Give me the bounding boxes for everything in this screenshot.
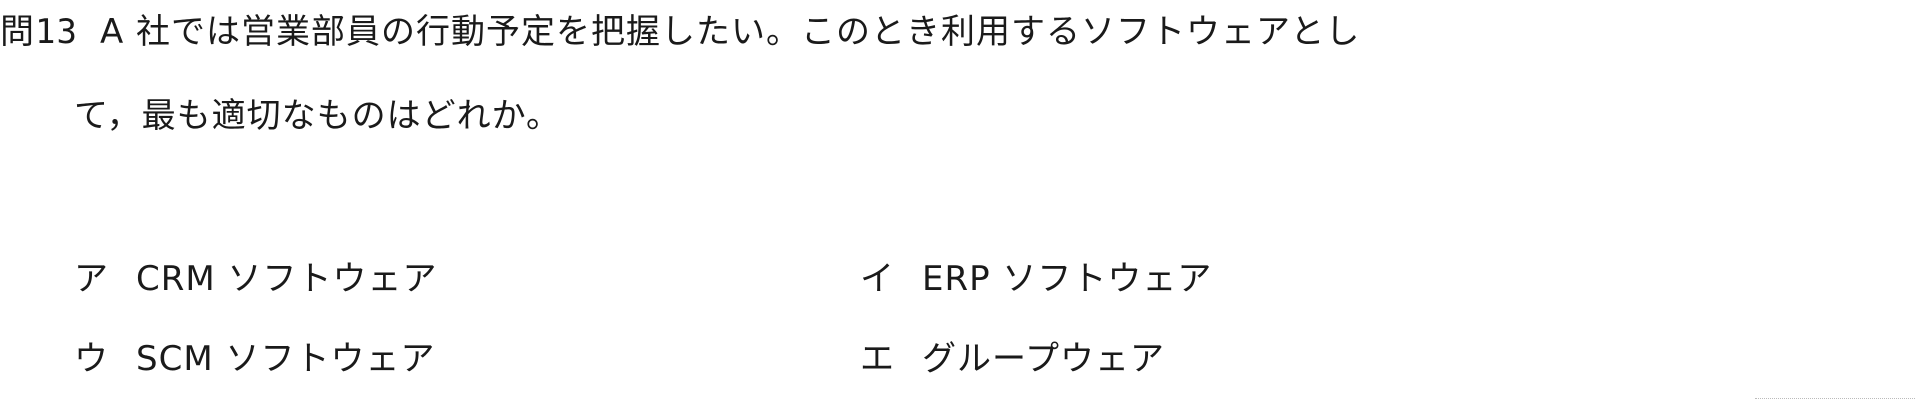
choice-e-text: グループウェア (922, 339, 1165, 379)
choice-a-mark: ア (74, 259, 109, 299)
choice-a[interactable]: ア CRM ソフトウェア (74, 259, 438, 299)
choice-a-text: CRM ソフトウェア (136, 259, 438, 299)
choice-u[interactable]: ウ SCM ソフトウェア (74, 339, 435, 379)
choice-i-text: ERP ソフトウェア (922, 259, 1213, 299)
question-line-1: 問13 A 社では営業部員の行動予定を把握したい。このとき利用するソフトウェアとし (0, 12, 1360, 52)
page-edge-artifact (1755, 398, 1915, 405)
question-text-1: A 社では営業部員の行動予定を把握したい。このとき利用するソフトウェアとし (99, 12, 1361, 52)
choice-e-mark: エ (860, 339, 895, 379)
question-text-2: て，最も適切なものはどれか。 (74, 96, 561, 136)
choice-i-mark: イ (860, 259, 895, 299)
question-line-2: て，最も適切なものはどれか。 (74, 96, 561, 136)
choice-u-text: SCM ソフトウェア (136, 339, 436, 379)
question-number: 問13 (0, 12, 78, 52)
choice-e[interactable]: エグループウェア (860, 339, 1165, 379)
choice-i[interactable]: イ ERP ソフトウェア (860, 259, 1212, 299)
choice-u-mark: ウ (74, 339, 109, 379)
